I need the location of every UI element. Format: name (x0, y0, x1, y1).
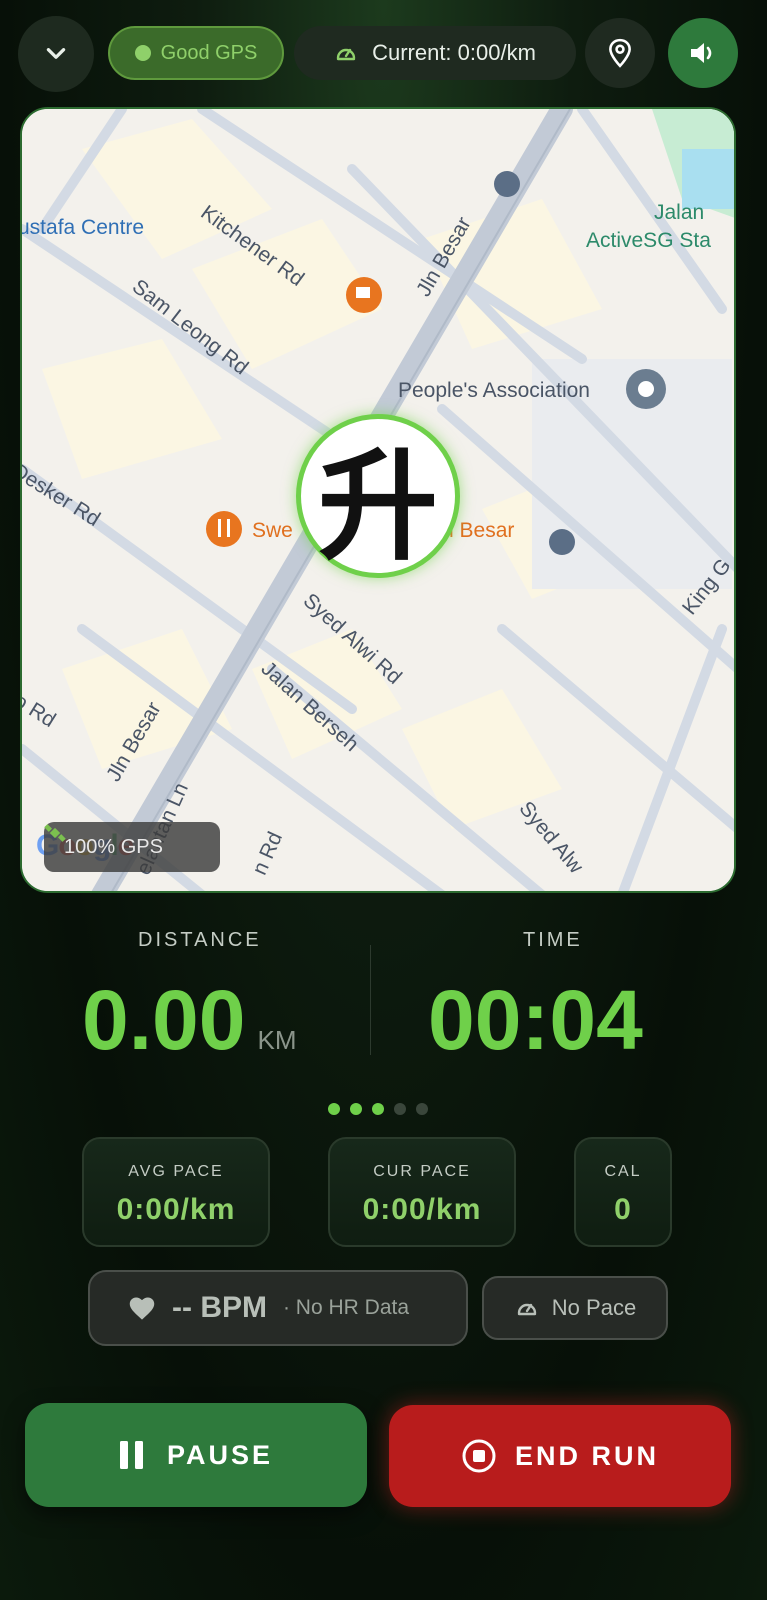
sound-toggle-button[interactable] (668, 18, 738, 88)
pause-button[interactable]: PAUSE (25, 1403, 367, 1507)
avg-pace-card: AVG PACE 0:00/km (82, 1137, 270, 1247)
map-label-swee: Swe (252, 519, 293, 542)
hr-status: · No HR Data (282, 1296, 410, 1319)
location-button[interactable] (585, 18, 655, 88)
page-dot[interactable] (416, 1103, 428, 1115)
route-map[interactable]: ustafa Centre Kitchener Rd Sam Leong Rd … (20, 107, 736, 893)
time-value: 00:04 (428, 973, 643, 1067)
volume-icon (691, 43, 712, 63)
pause-icon (119, 1441, 143, 1469)
calories-title: CAL (604, 1163, 642, 1180)
map-label-peoples-association: People's Association (398, 379, 590, 402)
distance-label: DISTANCE (138, 929, 262, 951)
heart-rate-badge: -- BPM · No HR Data (88, 1270, 468, 1346)
gps-status-dot (134, 45, 151, 61)
cur-pace-value: 0:00/km (362, 1193, 482, 1226)
pace-status-badge: No Pace (482, 1276, 668, 1340)
end-run-button[interactable]: END RUN (389, 1405, 731, 1507)
gps-status-label: Good GPS (160, 41, 258, 64)
gps-status-badge: Good GPS (108, 26, 284, 80)
map-label-activesg: ActiveSG Sta (586, 229, 711, 252)
distance-readout: 0.00 KM (82, 972, 297, 1069)
page-dot[interactable] (372, 1103, 384, 1115)
stats-page-indicator[interactable] (328, 1103, 428, 1115)
end-run-label: END RUN (514, 1440, 659, 1471)
map-label-mustafa: ustafa Centre (20, 216, 145, 239)
runner-avatar-marker: 升 (296, 414, 460, 578)
cur-pace-card: CUR PACE 0:00/km (328, 1137, 516, 1247)
calories-card: CAL 0 (574, 1137, 672, 1247)
current-pace-label: Current: 0:00/km (372, 40, 536, 65)
page-dot[interactable] (350, 1103, 362, 1115)
location-pin-icon (609, 38, 631, 68)
avg-pace-title: AVG PACE (128, 1163, 224, 1180)
gps-accuracy-chip: 100% GPS (44, 822, 220, 872)
pace-status-label: No Pace (551, 1295, 637, 1320)
chevron-down-icon (46, 48, 66, 59)
stats-divider (370, 945, 371, 1055)
satellite-icon (44, 824, 66, 842)
page-dot[interactable] (394, 1103, 406, 1115)
pause-label: PAUSE (166, 1439, 274, 1470)
stop-icon (462, 1439, 496, 1473)
speedometer-icon (336, 48, 356, 61)
heart-icon (129, 1297, 155, 1320)
collapse-button[interactable] (18, 16, 94, 92)
avg-pace-value: 0:00/km (116, 1193, 236, 1226)
gps-accuracy-label: 100% GPS (64, 835, 163, 858)
page-dot[interactable] (328, 1103, 340, 1115)
current-pace-badge: Current: 0:00/km (294, 26, 576, 80)
cur-pace-title: CUR PACE (373, 1163, 471, 1180)
calories-value: 0 (614, 1193, 632, 1226)
bpm-value: -- BPM (172, 1291, 267, 1324)
distance-unit: KM (257, 1025, 297, 1055)
time-label: TIME (523, 929, 583, 951)
distance-value: 0.00 (82, 973, 246, 1067)
avatar-glyph: 升 (318, 436, 438, 577)
speedometer-icon (517, 1303, 536, 1316)
map-label-jalan: Jalan (654, 201, 705, 224)
